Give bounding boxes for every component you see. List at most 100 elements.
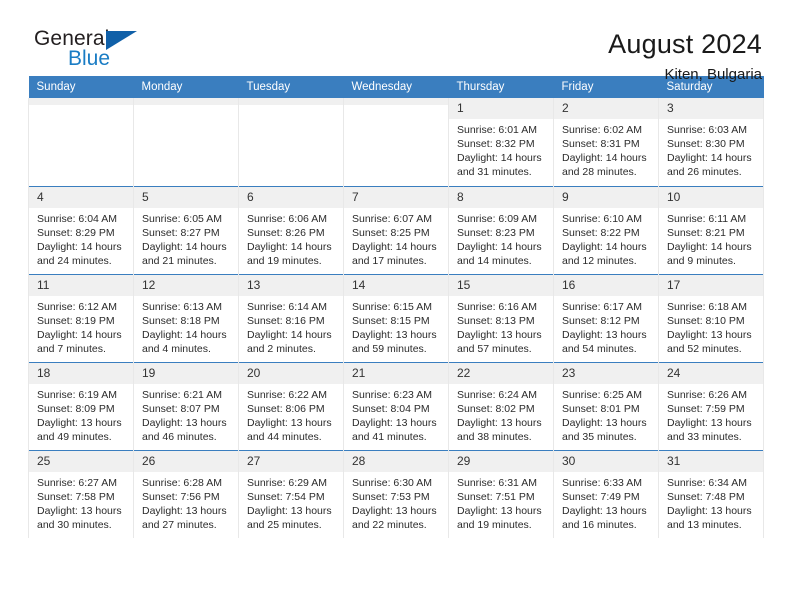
calendar-cell-day[interactable]: 16 Sunrise: 6:17 AM Sunset: 8:12 PM Dayligh… xyxy=(553,273,659,362)
calendar-cell-day[interactable]: 20 Sunrise: 6:22 AM Sunset: 8:06 PM Dayligh… xyxy=(238,361,344,450)
daylight-text-line2: and 28 minutes. xyxy=(562,166,637,178)
sunset-text: Sunset: 8:16 PM xyxy=(247,314,325,327)
day-details: Sunrise: 6:34 AM Sunset: 7:48 PM Daylight:… xyxy=(659,472,763,532)
daylight-text-line2: and 49 minutes. xyxy=(37,430,112,443)
sunset-text: Sunset: 8:26 PM xyxy=(247,226,325,239)
calendar-cell-day[interactable]: 2 Sunrise: 6:02 AM Sunset: 8:31 PM Daylight… xyxy=(553,98,659,186)
calendar-cell-day[interactable]: 7 Sunrise: 6:07 AM Sunset: 8:25 PM Daylight… xyxy=(343,185,449,274)
daylight-text-line1: Daylight: 14 hours xyxy=(667,152,752,164)
calendar-cell-day[interactable]: 15 Sunrise: 6:16 AM Sunset: 8:13 PM Dayligh… xyxy=(448,273,554,362)
sunrise-text: Sunrise: 6:13 AM xyxy=(142,300,222,313)
daylight-text-line1: Daylight: 14 hours xyxy=(37,240,122,253)
calendar-cell-day[interactable]: 31 Sunrise: 6:34 AM Sunset: 7:48 PM Dayligh… xyxy=(658,449,764,538)
calendar-week-row: 4 Sunrise: 6:04 AM Sunset: 8:29 PM Daylight… xyxy=(28,185,764,274)
daylight-text-line2: and 9 minutes. xyxy=(667,254,736,267)
daylight-text-line2: and 7 minutes. xyxy=(37,342,106,355)
calendar-cell-day[interactable]: 24 Sunrise: 6:26 AM Sunset: 7:59 PM Dayligh… xyxy=(658,361,764,450)
sunset-text: Sunset: 8:01 PM xyxy=(562,402,640,415)
sunset-text: Sunset: 8:27 PM xyxy=(142,226,220,239)
daylight-text-line2: and 14 minutes. xyxy=(457,254,532,267)
day-details: Sunrise: 6:14 AM Sunset: 8:16 PM Daylight:… xyxy=(239,296,343,356)
daylight-text-line2: and 38 minutes. xyxy=(457,430,532,443)
calendar-cell-empty xyxy=(133,98,239,186)
sunrise-text: Sunrise: 6:30 AM xyxy=(352,476,432,489)
sunset-text: Sunset: 8:10 PM xyxy=(667,314,745,327)
calendar-cell-day[interactable]: 25 Sunrise: 6:27 AM Sunset: 7:58 PM Dayligh… xyxy=(28,449,134,538)
sunset-text: Sunset: 8:15 PM xyxy=(352,314,430,327)
calendar-cell-day[interactable]: 27 Sunrise: 6:29 AM Sunset: 7:54 PM Dayligh… xyxy=(238,449,344,538)
daylight-text-line2: and 59 minutes. xyxy=(352,342,427,355)
calendar-cell-day[interactable]: 13 Sunrise: 6:14 AM Sunset: 8:16 PM Dayligh… xyxy=(238,273,344,362)
daylight-text-line2: and 2 minutes. xyxy=(247,342,316,355)
calendar-cell-day[interactable]: 5 Sunrise: 6:05 AM Sunset: 8:27 PM Daylight… xyxy=(133,185,239,274)
day-number: 9 xyxy=(554,186,658,208)
daylight-text-line2: and 19 minutes. xyxy=(457,518,532,531)
day-number: 24 xyxy=(659,362,763,384)
daylight-text-line1: Daylight: 14 hours xyxy=(247,240,332,253)
sunrise-text: Sunrise: 6:09 AM xyxy=(457,212,537,225)
day-details: Sunrise: 6:33 AM Sunset: 7:49 PM Daylight:… xyxy=(554,472,658,532)
calendar-week-row: 11 Sunrise: 6:12 AM Sunset: 8:19 PM Dayligh… xyxy=(28,273,764,362)
day-number: 4 xyxy=(29,186,133,208)
calendar-cell-day[interactable]: 14 Sunrise: 6:15 AM Sunset: 8:15 PM Dayligh… xyxy=(343,273,449,362)
day-details: Sunrise: 6:27 AM Sunset: 7:58 PM Daylight:… xyxy=(29,472,133,532)
calendar-cell-day[interactable]: 3 Sunrise: 6:03 AM Sunset: 8:30 PM Daylight… xyxy=(658,98,764,186)
daylight-text-line1: Daylight: 13 hours xyxy=(667,328,752,341)
daylight-text-line1: Daylight: 13 hours xyxy=(667,416,752,429)
day-details: Sunrise: 6:01 AM Sunset: 8:32 PM Daylight:… xyxy=(449,119,553,179)
calendar-cell-day[interactable]: 29 Sunrise: 6:31 AM Sunset: 7:51 PM Dayligh… xyxy=(448,449,554,538)
calendar-cell-day[interactable]: 10 Sunrise: 6:11 AM Sunset: 8:21 PM Dayligh… xyxy=(658,185,764,274)
day-number: 14 xyxy=(344,274,448,296)
daylight-text-line1: Daylight: 13 hours xyxy=(247,504,332,517)
calendar-cell-day[interactable]: 11 Sunrise: 6:12 AM Sunset: 8:19 PM Dayligh… xyxy=(28,273,134,362)
calendar-cell-day[interactable]: 22 Sunrise: 6:24 AM Sunset: 8:02 PM Dayligh… xyxy=(448,361,554,450)
sunset-text: Sunset: 8:13 PM xyxy=(457,314,535,327)
sunrise-text: Sunrise: 6:12 AM xyxy=(37,300,117,313)
sunset-text: Sunset: 8:29 PM xyxy=(37,226,115,239)
calendar-cell-day[interactable]: 17 Sunrise: 6:18 AM Sunset: 8:10 PM Dayligh… xyxy=(658,273,764,362)
calendar-cell-day[interactable]: 1 Sunrise: 6:01 AM Sunset: 8:32 PM Daylight… xyxy=(448,98,554,186)
sunset-text: Sunset: 8:06 PM xyxy=(247,402,325,415)
calendar-cell-day[interactable]: 21 Sunrise: 6:23 AM Sunset: 8:04 PM Dayligh… xyxy=(343,361,449,450)
daylight-text-line2: and 57 minutes. xyxy=(457,342,532,355)
day-number: 2 xyxy=(554,98,658,119)
daylight-text-line2: and 52 minutes. xyxy=(667,342,742,355)
calendar-page: General Blue August 2024 Kiten, Bulgaria… xyxy=(0,0,792,612)
sunrise-text: Sunrise: 6:01 AM xyxy=(457,124,537,136)
calendar-cell-day[interactable]: 6 Sunrise: 6:06 AM Sunset: 8:26 PM Daylight… xyxy=(238,185,344,274)
calendar-cell-day[interactable]: 26 Sunrise: 6:28 AM Sunset: 7:56 PM Dayligh… xyxy=(133,449,239,538)
calendar-cell-day[interactable]: 8 Sunrise: 6:09 AM Sunset: 8:23 PM Daylight… xyxy=(448,185,554,274)
day-details: Sunrise: 6:09 AM Sunset: 8:23 PM Daylight:… xyxy=(449,208,553,268)
calendar-cell-day[interactable]: 23 Sunrise: 6:25 AM Sunset: 8:01 PM Dayligh… xyxy=(553,361,659,450)
calendar-cell-day[interactable]: 19 Sunrise: 6:21 AM Sunset: 8:07 PM Dayligh… xyxy=(133,361,239,450)
day-details: Sunrise: 6:12 AM Sunset: 8:19 PM Daylight:… xyxy=(29,296,133,356)
sunrise-text: Sunrise: 6:15 AM xyxy=(352,300,432,313)
calendar-cell-day[interactable]: 4 Sunrise: 6:04 AM Sunset: 8:29 PM Daylight… xyxy=(28,185,134,274)
sunrise-text: Sunrise: 6:11 AM xyxy=(667,212,747,225)
calendar-cell-day[interactable]: 28 Sunrise: 6:30 AM Sunset: 7:53 PM Dayligh… xyxy=(343,449,449,538)
calendar-cell-day[interactable]: 9 Sunrise: 6:10 AM Sunset: 8:22 PM Daylight… xyxy=(553,185,659,274)
day-number: 7 xyxy=(344,186,448,208)
day-details: Sunrise: 6:06 AM Sunset: 8:26 PM Daylight:… xyxy=(239,208,343,268)
daylight-text-line1: Daylight: 13 hours xyxy=(352,416,437,429)
sunset-text: Sunset: 8:02 PM xyxy=(457,402,535,415)
calendar-cell-day[interactable]: 12 Sunrise: 6:13 AM Sunset: 8:18 PM Dayligh… xyxy=(133,273,239,362)
sunset-text: Sunset: 8:30 PM xyxy=(667,138,745,150)
sunset-text: Sunset: 7:58 PM xyxy=(37,490,115,503)
daylight-text-line1: Daylight: 14 hours xyxy=(457,240,542,253)
calendar-cell-day[interactable]: 18 Sunrise: 6:19 AM Sunset: 8:09 PM Dayligh… xyxy=(28,361,134,450)
sunset-text: Sunset: 8:12 PM xyxy=(562,314,640,327)
day-number xyxy=(344,98,448,105)
calendar-cell-day[interactable]: 30 Sunrise: 6:33 AM Sunset: 7:49 PM Dayligh… xyxy=(553,449,659,538)
day-number: 23 xyxy=(554,362,658,384)
daylight-text-line1: Daylight: 13 hours xyxy=(457,328,542,341)
day-number: 30 xyxy=(554,450,658,472)
day-details: Sunrise: 6:13 AM Sunset: 8:18 PM Daylight:… xyxy=(134,296,238,356)
brand-logo[interactable]: General Blue xyxy=(28,28,178,76)
sunset-text: Sunset: 8:18 PM xyxy=(142,314,220,327)
daylight-text-line1: Daylight: 13 hours xyxy=(457,416,542,429)
sunset-text: Sunset: 8:21 PM xyxy=(667,226,745,239)
day-details: Sunrise: 6:21 AM Sunset: 8:07 PM Daylight:… xyxy=(134,384,238,444)
day-details: Sunrise: 6:28 AM Sunset: 7:56 PM Daylight:… xyxy=(134,472,238,532)
daylight-text-line1: Daylight: 14 hours xyxy=(562,152,647,164)
